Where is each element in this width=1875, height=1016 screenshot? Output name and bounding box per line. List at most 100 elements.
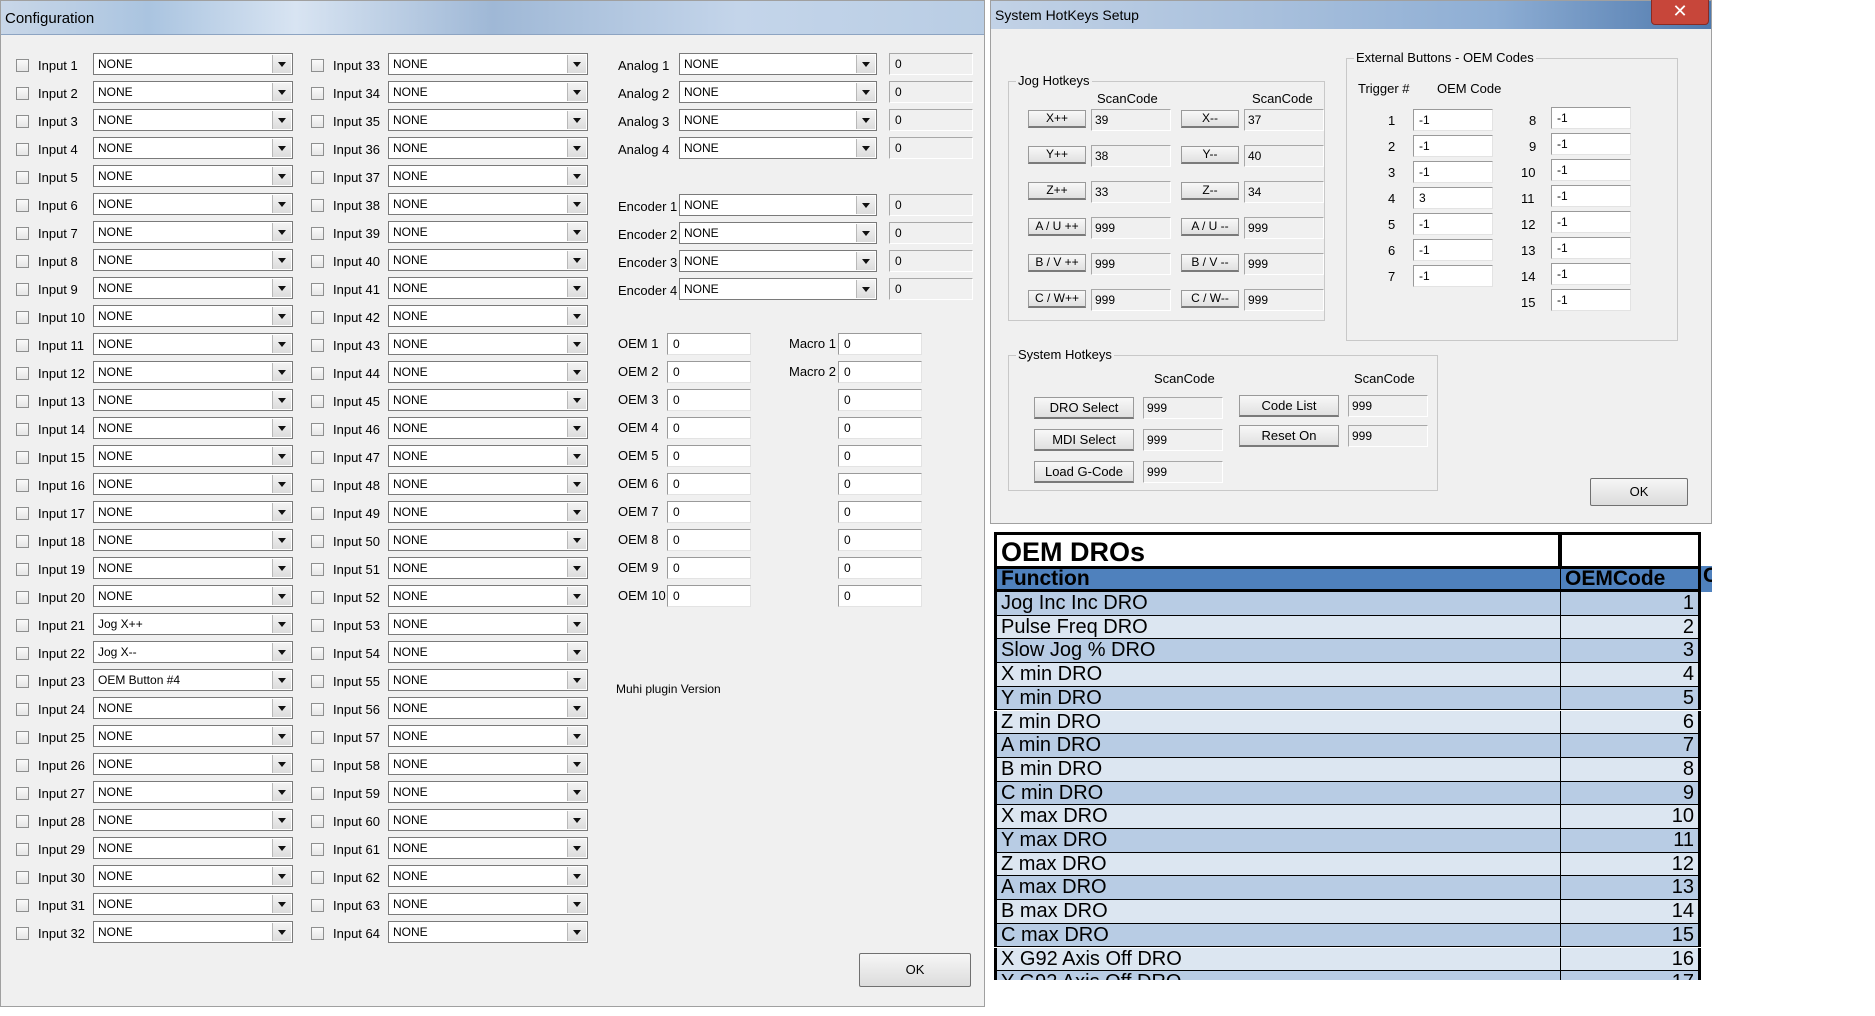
input-checkbox[interactable] — [311, 143, 324, 156]
input-select[interactable]: NONE — [93, 305, 293, 327]
input-checkbox[interactable] — [311, 675, 324, 688]
table-row-function[interactable]: B min DRO — [994, 757, 1561, 782]
table-row-oemcode[interactable]: 9 — [1561, 781, 1701, 806]
chevron-down-icon[interactable] — [567, 111, 586, 129]
chevron-down-icon[interactable] — [272, 307, 291, 325]
chevron-down-icon[interactable] — [856, 224, 875, 242]
input-checkbox[interactable] — [311, 115, 324, 128]
input-checkbox[interactable] — [311, 87, 324, 100]
input-checkbox[interactable] — [16, 843, 29, 856]
configuration-titlebar[interactable]: Configuration — [1, 1, 984, 35]
input-checkbox[interactable] — [16, 339, 29, 352]
oem-input[interactable]: 0 — [667, 361, 751, 383]
chevron-down-icon[interactable] — [567, 307, 586, 325]
input-select[interactable]: NONE — [388, 81, 588, 103]
oem-input[interactable]: 0 — [667, 473, 751, 495]
input-checkbox[interactable] — [16, 311, 29, 324]
input-select[interactable]: NONE — [93, 753, 293, 775]
oem-input[interactable]: 0 — [667, 389, 751, 411]
input-checkbox[interactable] — [16, 87, 29, 100]
input-select[interactable]: NONE — [93, 389, 293, 411]
table-row-function[interactable]: Y max DRO — [994, 829, 1561, 853]
input-select[interactable]: NONE — [388, 193, 588, 215]
chevron-down-icon[interactable] — [567, 475, 586, 493]
input-checkbox[interactable] — [16, 199, 29, 212]
chevron-down-icon[interactable] — [272, 615, 291, 633]
oem-code-input[interactable]: -1 — [1413, 265, 1493, 287]
chevron-down-icon[interactable] — [567, 811, 586, 829]
input-checkbox[interactable] — [16, 815, 29, 828]
input-select[interactable]: NONE — [388, 221, 588, 243]
table-row-oemcode[interactable]: 8 — [1561, 757, 1701, 782]
system-hotkey-button[interactable]: DRO Select — [1034, 397, 1134, 419]
macro-input[interactable]: 0 — [838, 501, 922, 523]
chevron-down-icon[interactable] — [272, 587, 291, 605]
input-select[interactable]: NONE — [388, 921, 588, 943]
table-row-oemcode[interactable]: 2 — [1561, 615, 1701, 640]
input-checkbox[interactable] — [311, 311, 324, 324]
chevron-down-icon[interactable] — [567, 839, 586, 857]
input-select[interactable]: NONE — [388, 305, 588, 327]
table-row-oemcode[interactable]: 3 — [1561, 639, 1701, 664]
jog-plus-button[interactable]: X++ — [1028, 110, 1086, 128]
chevron-down-icon[interactable] — [272, 867, 291, 885]
input-select[interactable]: NONE — [93, 417, 293, 439]
input-select[interactable]: NONE — [388, 473, 588, 495]
analog-select[interactable]: NONE — [679, 53, 877, 75]
table-row-function[interactable]: X min DRO — [994, 663, 1561, 687]
table-row-oemcode[interactable]: 4 — [1561, 663, 1701, 687]
chevron-down-icon[interactable] — [272, 111, 291, 129]
macro-input[interactable]: 0 — [838, 389, 922, 411]
input-checkbox[interactable] — [16, 759, 29, 772]
oem-input[interactable]: 0 — [667, 445, 751, 467]
oem-code-input[interactable]: -1 — [1551, 237, 1631, 259]
input-checkbox[interactable] — [16, 899, 29, 912]
macro-input[interactable]: 0 — [838, 417, 922, 439]
jog-minus-scancode[interactable]: 999 — [1244, 253, 1324, 275]
table-row-oemcode[interactable]: 13 — [1561, 876, 1701, 901]
input-checkbox[interactable] — [311, 591, 324, 604]
input-checkbox[interactable] — [311, 227, 324, 240]
jog-plus-button[interactable]: Z++ — [1028, 182, 1086, 200]
oem-code-input[interactable]: -1 — [1551, 159, 1631, 181]
oem-code-input[interactable]: -1 — [1551, 289, 1631, 311]
oem-code-input[interactable]: -1 — [1413, 239, 1493, 261]
input-checkbox[interactable] — [16, 507, 29, 520]
chevron-down-icon[interactable] — [856, 83, 875, 101]
chevron-down-icon[interactable] — [567, 559, 586, 577]
input-select[interactable]: NONE — [388, 417, 588, 439]
chevron-down-icon[interactable] — [856, 55, 875, 73]
input-select[interactable]: NONE — [388, 613, 588, 635]
input-select[interactable]: NONE — [388, 641, 588, 663]
input-checkbox[interactable] — [16, 675, 29, 688]
input-select[interactable]: OEM Button #4 — [93, 669, 293, 691]
macro-input[interactable]: 0 — [838, 361, 922, 383]
input-checkbox[interactable] — [16, 703, 29, 716]
input-checkbox[interactable] — [311, 759, 324, 772]
input-checkbox[interactable] — [311, 731, 324, 744]
input-select[interactable]: NONE — [93, 81, 293, 103]
input-select[interactable]: NONE — [388, 53, 588, 75]
encoder-select[interactable]: NONE — [679, 250, 877, 272]
jog-plus-button[interactable]: Y++ — [1028, 146, 1086, 164]
input-select[interactable]: NONE — [388, 277, 588, 299]
input-checkbox[interactable] — [311, 563, 324, 576]
input-select[interactable]: NONE — [388, 361, 588, 383]
table-row-oemcode[interactable]: 6 — [1561, 710, 1701, 735]
input-checkbox[interactable] — [311, 59, 324, 72]
chevron-down-icon[interactable] — [272, 391, 291, 409]
input-checkbox[interactable] — [311, 367, 324, 380]
input-checkbox[interactable] — [16, 479, 29, 492]
chevron-down-icon[interactable] — [272, 363, 291, 381]
chevron-down-icon[interactable] — [567, 895, 586, 913]
input-checkbox[interactable] — [311, 899, 324, 912]
input-select[interactable]: NONE — [93, 361, 293, 383]
system-hotkey-scancode[interactable]: 999 — [1348, 425, 1428, 447]
table-row-function[interactable]: C min DRO — [994, 781, 1561, 806]
system-hotkey-scancode[interactable]: 999 — [1143, 461, 1223, 483]
encoder-select[interactable]: NONE — [679, 194, 877, 216]
chevron-down-icon[interactable] — [272, 783, 291, 801]
chevron-down-icon[interactable] — [272, 251, 291, 269]
chevron-down-icon[interactable] — [272, 643, 291, 661]
input-select[interactable]: NONE — [388, 585, 588, 607]
